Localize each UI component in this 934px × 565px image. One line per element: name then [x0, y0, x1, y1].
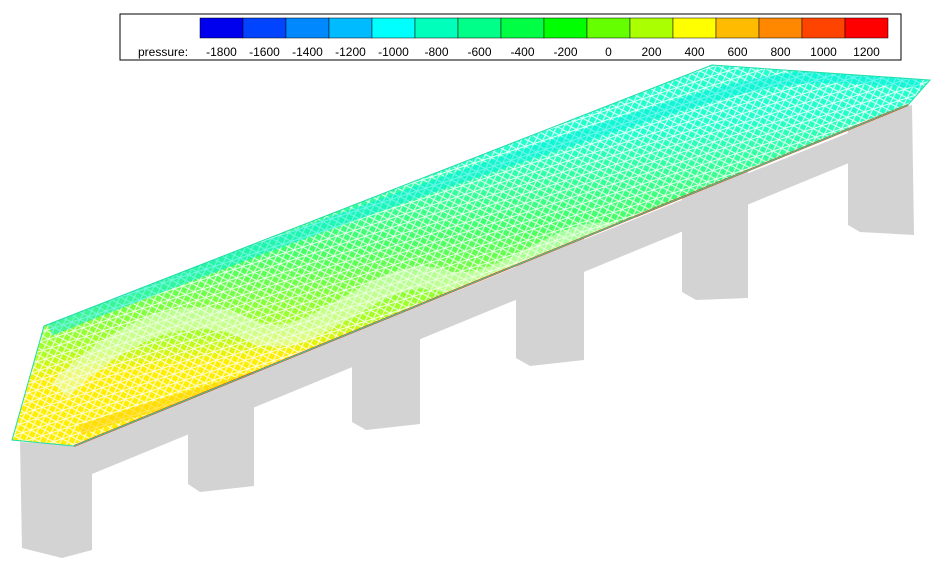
legend-swatch — [285, 17, 330, 39]
legend-swatch — [328, 17, 373, 39]
legend-tick-label: -1000 — [378, 45, 409, 59]
legend-tick-label: -200 — [553, 45, 577, 59]
roof-mesh — [11, 64, 932, 447]
legend-swatch — [414, 17, 459, 39]
roof-mesh-grid — [12, 65, 930, 446]
legend-swatch — [199, 17, 244, 39]
legend-swatch — [457, 17, 502, 39]
legend-tick-label: -400 — [510, 45, 534, 59]
legend-tick-label: 1000 — [810, 45, 837, 59]
legend-swatch — [715, 17, 760, 39]
legend-color-bar — [199, 17, 889, 39]
legend-tick-label: -1800 — [206, 45, 237, 59]
pressure-contour-view: pressure: -1800 -1600 -1400 -1200 -1000 -800 -… — [11, 13, 932, 558]
legend-swatch — [801, 17, 846, 39]
legend-tick-label: -800 — [424, 45, 448, 59]
legend-swatch — [500, 17, 545, 39]
legend-tick-label: 600 — [727, 45, 747, 59]
legend-tick-label: -1200 — [335, 45, 366, 59]
legend-tick-label: 0 — [605, 45, 612, 59]
legend-variable-label: pressure: — [138, 45, 188, 59]
legend-tick-label: -600 — [467, 45, 491, 59]
legend-swatch — [672, 17, 717, 39]
legend-tick-label: 1200 — [853, 45, 880, 59]
legend-tick-label: -1600 — [249, 45, 280, 59]
legend-swatch — [629, 17, 674, 39]
legend-swatch — [242, 17, 287, 39]
legend-swatch — [844, 17, 889, 39]
legend-tick-label: 200 — [641, 45, 661, 59]
legend-swatch — [586, 17, 631, 39]
legend-swatch — [758, 17, 803, 39]
pressure-legend: pressure: -1800 -1600 -1400 -1200 -1000 -800 -… — [119, 13, 902, 61]
legend-swatch — [543, 17, 588, 39]
legend-tick-label: 800 — [770, 45, 790, 59]
legend-tick-label: -1400 — [292, 45, 323, 59]
legend-tick-label: 400 — [684, 45, 704, 59]
legend-swatch — [371, 17, 416, 39]
